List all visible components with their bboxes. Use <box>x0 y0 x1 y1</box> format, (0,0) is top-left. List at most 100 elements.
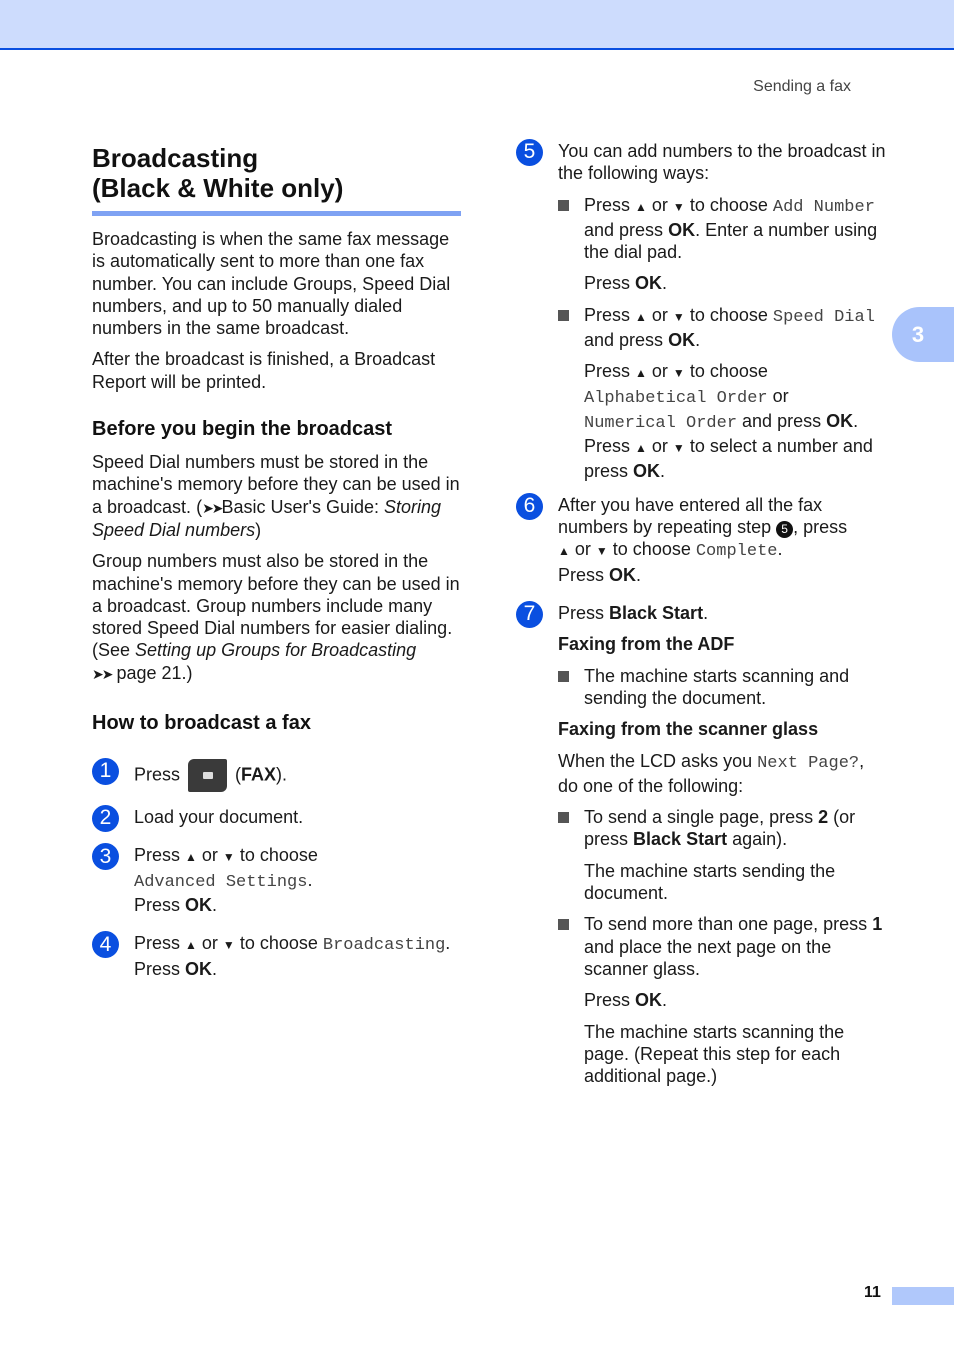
text: and press <box>584 330 669 351</box>
key-name: OK <box>635 273 663 294</box>
text: Press <box>134 764 181 785</box>
chapter-number: 3 <box>911 321 925 347</box>
speed-dial-paragraph: Speed Dial numbers must be stored in the… <box>92 451 464 541</box>
intro-paragraph: Broadcasting is when the same fax messag… <box>92 229 451 339</box>
text: to choose <box>684 361 768 382</box>
text: Press <box>584 273 636 294</box>
step-reference-badge: 5 <box>776 521 794 539</box>
step-5: 5 You can add numbers to the broadcast i… <box>516 139 886 482</box>
up-arrow-icon: ▲ <box>635 309 647 324</box>
step-number-badge: 4 <box>92 931 119 959</box>
cross-reference-arrows-icon: ➤➤ <box>202 499 224 516</box>
left-column: Broadcasting (Black & White only) Broadc… <box>92 140 464 989</box>
text: Press <box>134 845 186 866</box>
text: and press <box>737 410 827 431</box>
key-name: FAX <box>241 764 277 785</box>
single-page-note: The machine starts sending the document. <box>584 860 836 904</box>
text: Basic User's Guide: <box>221 496 385 517</box>
cross-reference-link[interactable]: Setting up Groups for Broadcasting <box>135 640 416 660</box>
how-heading: How to broadcast a fax <box>92 712 311 735</box>
step-2: 2 Load your document. <box>92 805 464 833</box>
key-name: Black Start <box>633 829 728 850</box>
press-ok-note: Press OK. <box>558 272 886 294</box>
text: page 21.) <box>111 662 193 683</box>
text: To send a single page, press <box>584 807 819 828</box>
multi-page-note: The machine starts scanning the page. (R… <box>584 1021 845 1087</box>
text: or <box>646 194 673 215</box>
lcd-option: Add Number <box>772 197 875 217</box>
down-arrow-icon: ▼ <box>672 309 685 324</box>
step-number-badge: 2 <box>92 805 119 833</box>
bullet-multi-page: To send more than one page, press 1 and … <box>558 913 886 980</box>
text: Press <box>584 304 636 325</box>
down-arrow-icon: ▼ <box>222 938 235 953</box>
lcd-option: Broadcasting <box>322 936 446 956</box>
step-number-badge: 6 <box>516 492 543 520</box>
lcd-option: Advanced Settings <box>134 872 308 892</box>
key-name: OK <box>826 410 854 431</box>
lcd-option: Speed Dial <box>772 307 875 327</box>
text: ). <box>276 764 288 785</box>
text: . <box>777 539 783 560</box>
text: Press <box>134 894 186 915</box>
text: . <box>636 564 642 585</box>
key-name: OK <box>185 958 213 979</box>
step-number-badge: 1 <box>92 758 119 786</box>
lcd-option: Next Page? <box>757 753 860 773</box>
page-number-bar <box>892 1287 954 1305</box>
step-number-badge: 7 <box>516 601 543 629</box>
text: . <box>853 410 859 431</box>
running-head: Sending a fax <box>753 78 851 95</box>
text: to choose <box>607 539 696 560</box>
key-name: OK <box>609 564 637 585</box>
bullet-speed-dial: Press ▲ or ▼ to choose Speed Dial and pr… <box>558 304 886 352</box>
text: or <box>646 361 673 382</box>
text: ( <box>230 764 242 785</box>
page-number: 11 <box>864 1284 881 1301</box>
text: or <box>196 845 223 866</box>
step-number-badge: 5 <box>516 139 543 166</box>
text: Press <box>134 958 186 979</box>
text: . <box>662 273 668 294</box>
text: Press <box>584 436 636 457</box>
bullet-add-number: Press ▲ or ▼ to choose Add Number and pr… <box>558 194 886 264</box>
text: to choose <box>684 304 773 325</box>
step-1: 1 Press (FAX). <box>92 758 464 793</box>
step-7: 7 Press Black Start. Faxing from the ADF… <box>516 601 886 1087</box>
text: . <box>212 894 218 915</box>
text: , press <box>793 517 848 538</box>
text: . <box>660 460 666 481</box>
key-name: OK <box>185 894 213 915</box>
text: or <box>646 436 673 457</box>
text: again). <box>727 829 788 850</box>
text: Press <box>584 194 636 215</box>
bullet-single-page: To send a single page, press 2 (or press… <box>558 806 886 851</box>
text: When the LCD asks you <box>558 750 758 771</box>
text: . <box>662 990 668 1011</box>
lcd-option: Complete <box>695 542 778 562</box>
title-line-1: Broadcasting <box>92 143 259 173</box>
scanner-glass-heading: Faxing from the scanner glass <box>558 719 819 740</box>
key-name: OK <box>668 330 696 351</box>
lcd-option: Numerical Order <box>584 413 738 433</box>
text: ) <box>255 519 262 540</box>
key-name: OK <box>633 460 661 481</box>
fax-button-icon <box>188 759 228 793</box>
up-arrow-icon: ▲ <box>635 366 647 381</box>
down-arrow-icon: ▼ <box>222 850 235 865</box>
key-name: OK <box>668 219 696 240</box>
report-paragraph: After the broadcast is finished, a Broad… <box>92 349 436 392</box>
text: to choose <box>234 845 318 866</box>
text: Press <box>584 990 636 1011</box>
down-arrow-icon: ▼ <box>672 441 685 456</box>
before-heading: Before you begin the broadcast <box>92 418 393 441</box>
down-arrow-icon: ▼ <box>595 544 608 559</box>
text: You can add numbers to the broadcast in … <box>558 141 886 184</box>
top-header-band <box>0 0 954 50</box>
cross-reference-arrows-icon: ➤➤ <box>92 665 114 682</box>
text: and place the next page on the scanner g… <box>584 936 832 979</box>
text: Press <box>584 361 636 382</box>
title-underline <box>92 211 461 216</box>
text: . <box>212 958 218 979</box>
text: or <box>646 304 673 325</box>
